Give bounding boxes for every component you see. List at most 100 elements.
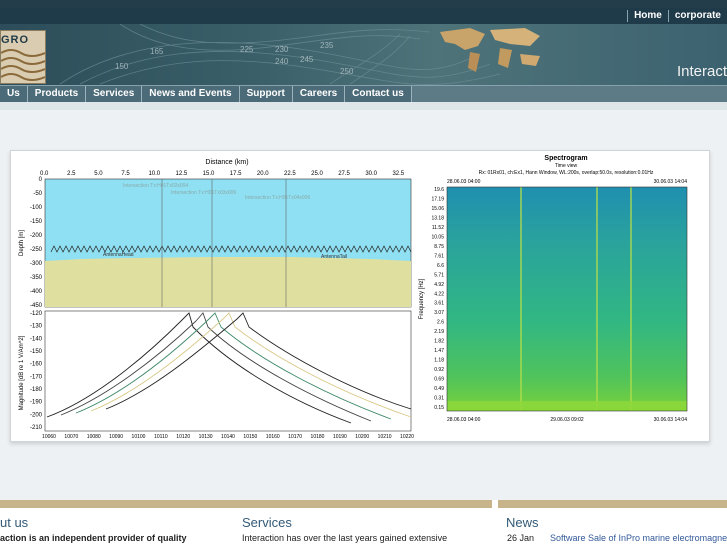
bottom-tick: 10110 xyxy=(154,434,168,440)
svg-text:Intersection Tx:H01Tx03x006: Intersection Tx:H01Tx03x006 xyxy=(171,190,236,196)
section-divider xyxy=(498,500,727,508)
spectrogram-area xyxy=(447,187,687,411)
distance-tick: 7.5 xyxy=(121,171,130,177)
section-divider xyxy=(0,500,240,508)
svg-text:Intersection Tx:H01Tx04x006: Intersection Tx:H01Tx04x006 xyxy=(245,195,310,201)
header-gap xyxy=(0,102,727,110)
nav-item-about-us[interactable]: Us xyxy=(0,86,28,102)
magnitude-axis-title: Magnitude [dB re 1 V/Am^2] xyxy=(19,335,25,410)
frequency-tick: 11.52 xyxy=(432,225,444,231)
spectrogram-start-time: 28.06.03 04:00 xyxy=(447,179,481,185)
distance-tick: 30.0 xyxy=(365,171,377,177)
header-banner: 225 230 235 240 245 250 165 150 GRO Inte… xyxy=(0,24,727,85)
depth-tick: -50 xyxy=(33,191,42,197)
spectrogram-end-time: 30.06.03 14:04 xyxy=(654,179,688,185)
nav-item-support[interactable]: Support xyxy=(240,86,293,102)
frequency-tick: 0.31 xyxy=(434,396,444,402)
svg-text:Intersection Tx:H01Tx02x004: Intersection Tx:H01Tx02x004 xyxy=(123,183,188,189)
bottom-tick: 10140 xyxy=(221,434,235,440)
magnitude-tick: -190 xyxy=(30,400,43,406)
map-label: 150 xyxy=(115,62,129,71)
bottom-tick: 10160 xyxy=(266,434,280,440)
top-link-corporate[interactable]: corporate xyxy=(667,10,727,22)
bottom-tick: 10120 xyxy=(176,434,190,440)
seabed-layer xyxy=(45,257,411,307)
news-link[interactable]: Software Sale of InPro marine electromag… xyxy=(550,533,727,543)
magnitude-plot-area xyxy=(44,310,412,432)
frequency-tick: 3.61 xyxy=(434,301,444,307)
magnitude-tick-labels: -120 -130 -140 -150 -160 -170 -180 -190 -200 -210 xyxy=(30,311,43,431)
antenna-tail-label: AntennaTail xyxy=(321,254,347,260)
bottom-tick-labels: 10060 10070 10080 10090 10100 10110 10120 10130… xyxy=(42,434,414,440)
frequency-tick: 0.69 xyxy=(434,377,444,383)
magnitude-tick: -180 xyxy=(30,387,43,393)
bottom-tick: 10180 xyxy=(311,434,325,440)
frequency-tick: 19.6 xyxy=(434,187,444,193)
bottom-tick: 10080 xyxy=(87,434,101,440)
distance-tick: 12.5 xyxy=(176,171,188,177)
frequency-tick: 10.05 xyxy=(431,234,444,240)
distance-tick: 2.5 xyxy=(67,171,76,177)
distance-tick: 25.0 xyxy=(311,171,323,177)
bottom-tick: 10170 xyxy=(288,434,302,440)
frequency-tick: 0.92 xyxy=(434,367,444,373)
frequency-tick: 3.07 xyxy=(434,310,444,316)
news-title: News xyxy=(506,515,539,530)
map-label: 235 xyxy=(320,41,334,50)
nav-item-news-and-events[interactable]: News and Events xyxy=(142,86,240,102)
magnitude-tick: -130 xyxy=(30,324,43,330)
distance-axis-title: Distance (km) xyxy=(205,159,248,166)
content-panel: Distance (km) 0.0 2.5 5.0 7.5 10.0 12.5 15.0 17… xyxy=(0,110,727,500)
section-divider xyxy=(234,500,492,508)
distance-tick: 27.5 xyxy=(338,171,350,177)
frequency-tick: 7.61 xyxy=(434,253,444,259)
bottom-tick: 10210 xyxy=(378,434,392,440)
site-tagline: Interact xyxy=(676,63,727,80)
services-text: Interaction has over the last years gain… xyxy=(242,533,448,543)
bottom-tick: 10070 xyxy=(64,434,78,440)
distance-tick: 22.5 xyxy=(284,171,296,177)
magnitude-tick: -120 xyxy=(30,311,43,317)
distance-tick-labels: 0.0 2.5 5.0 7.5 10.0 12.5 15.0 17.5 20.0 22.5 25.0… xyxy=(40,171,405,177)
header-strip xyxy=(0,0,727,8)
company-logo[interactable]: GRO xyxy=(0,30,46,84)
distance-tick: 17.5 xyxy=(230,171,242,177)
bottom-tick: 10100 xyxy=(132,434,146,440)
spectrogram-frequency-axis: Frequency [Hz] xyxy=(419,278,425,319)
antenna-head-label: AntennaHead xyxy=(103,252,134,258)
depth-tick-labels: 0 -50 -100 -150 -200 -250 -300 -350 -400 -450 xyxy=(30,177,43,309)
spectrogram-frequency-ticks: 19.6 17.19 15.06 13.18 11.52 10.05 8.75 7.61 6.6… xyxy=(431,187,444,411)
bottom-tick: 10060 xyxy=(42,434,56,440)
figure-canvas: Distance (km) 0.0 2.5 5.0 7.5 10.0 12.5 15.0 17… xyxy=(19,155,688,440)
depth-tick: -250 xyxy=(30,247,43,253)
frequency-tick: 4.92 xyxy=(434,282,444,288)
spectrogram-subtitle: Time view xyxy=(555,163,578,169)
bottom-tick: 10200 xyxy=(355,434,369,440)
top-link-home[interactable]: Home xyxy=(627,10,668,22)
spectrogram-tick-start: 28.06.03 04:00 xyxy=(447,417,481,423)
nav-item-contact-us[interactable]: Contact us xyxy=(345,86,412,102)
magnitude-tick: -170 xyxy=(30,374,43,380)
world-map-icon xyxy=(440,28,540,72)
distance-tick: 32.5 xyxy=(392,171,404,177)
distance-tick: 20.0 xyxy=(257,171,269,177)
bottom-tick: 10150 xyxy=(243,434,257,440)
distance-tick: 5.0 xyxy=(94,171,103,177)
bottom-tick: 10220 xyxy=(400,434,414,440)
frequency-tick: 15.06 xyxy=(431,206,444,212)
frequency-tick: 4.22 xyxy=(434,291,444,297)
nav-item-products[interactable]: Products xyxy=(28,86,87,102)
frequency-tick: 17.19 xyxy=(431,196,444,202)
depth-tick: 0 xyxy=(39,177,43,183)
nav-item-services[interactable]: Services xyxy=(86,86,143,102)
magnitude-tick: -160 xyxy=(30,362,43,368)
map-label: 240 xyxy=(275,57,289,66)
depth-tick: -100 xyxy=(30,205,43,211)
nav-item-careers[interactable]: Careers xyxy=(293,86,346,102)
depth-tick: -450 xyxy=(30,303,43,309)
frequency-tick: 1.47 xyxy=(434,348,444,354)
magnitude-tick: -200 xyxy=(30,412,43,418)
bottom-tick: 10190 xyxy=(333,434,347,440)
about-text: action is an independent provider of qua… xyxy=(0,533,187,543)
magnitude-tick: -210 xyxy=(30,425,43,431)
